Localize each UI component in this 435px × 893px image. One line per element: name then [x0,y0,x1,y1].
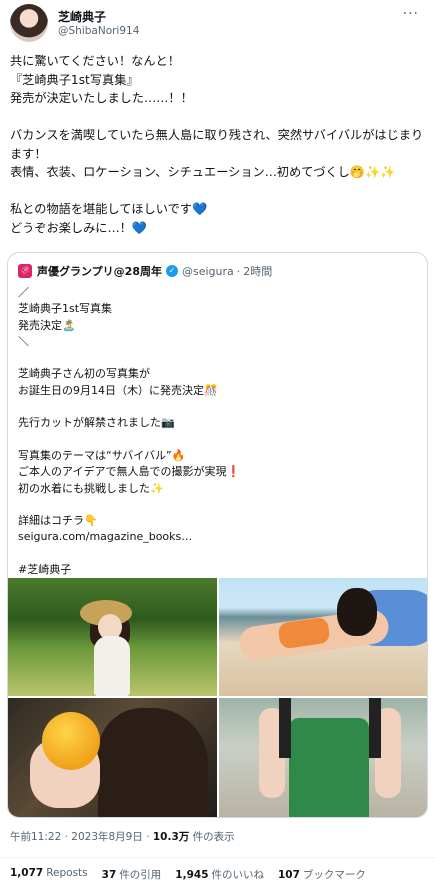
tweet-text: 共に驚いてください！なんと！ 『芝崎典子1st写真集』 発売が決定いたしました…… [10,54,424,235]
photo-3-figure-hair [98,708,208,817]
tweet-datetime[interactable]: 午前11:22 · 2023年8月9日 · [10,831,153,843]
quoted-tweet-text: ／ 芝崎典子1st写真集 発売決定🏝️ ＼ 芝崎典子さん初の写真集が お誕生日の… [18,286,241,577]
quoted-author-name[interactable]: 声優グランプリ@28周年 [37,263,162,279]
photo-1[interactable] [8,578,217,696]
reposts-stat[interactable]: 1,077 Reposts [10,867,88,882]
author-handle[interactable]: @ShibaNori914 [58,25,139,37]
bookmarks-label: ブックマーク [302,869,366,881]
reposts-count: 1,077 [10,867,44,879]
quoted-tweet-header: 🦑 声優グランプリ@28周年 ✓ @seigura · 2時間 [18,263,272,279]
likes-count: 1,945 [175,869,209,881]
likes-stat[interactable]: 1,945 件のいいね [175,867,264,882]
quoted-avatar[interactable]: 🦑 [18,264,32,278]
verified-badge-icon: ✓ [165,265,178,277]
reposts-label: Reposts [46,867,88,879]
engagement-stats: 1,077 Reposts 37 件の引用 1,945 件のいいね 107 ブックマーク [10,867,366,882]
views-label: 件の表示 [189,831,235,843]
photo-3[interactable] [8,698,217,817]
photo-1-figure-dress [94,636,130,696]
quotes-stat[interactable]: 37 件の引用 [102,867,162,882]
photo-4-backpack-strap-left [279,698,291,758]
tweet-meta: 午前11:22 · 2023年8月9日 · 10.3万 件の表示 [10,829,235,844]
photo-2-figure-hair [337,588,377,636]
quoted-timestamp[interactable]: 2時間 [243,263,272,279]
photo-4-backpack-strap-right [369,698,381,758]
bookmarks-stat[interactable]: 107 ブックマーク [278,867,366,882]
more-options-icon[interactable]: ··· [403,6,419,22]
photo-2[interactable] [219,578,427,696]
author-name[interactable]: 芝崎典子 [58,8,106,25]
bookmarks-count: 107 [278,869,300,881]
separator-dot: · [236,264,241,278]
likes-label: 件のいいね [211,869,265,881]
photo-3-orange [42,712,100,770]
quoted-author-handle[interactable]: @seigura [182,265,234,278]
quotes-count: 37 [101,869,117,881]
tweet-header: 芝崎典子 @ShibaNori914 ··· [0,0,435,48]
avatar[interactable] [10,4,48,42]
views-count: 10.3万 [152,831,190,843]
divider [0,857,435,858]
photo-4-figure-shirt [289,718,369,817]
photo-4[interactable] [219,698,427,817]
quotes-label: 件の引用 [119,869,162,881]
quoted-tweet[interactable]: 🦑 声優グランプリ@28周年 ✓ @seigura · 2時間 ／ 芝崎典子1s… [7,252,428,818]
